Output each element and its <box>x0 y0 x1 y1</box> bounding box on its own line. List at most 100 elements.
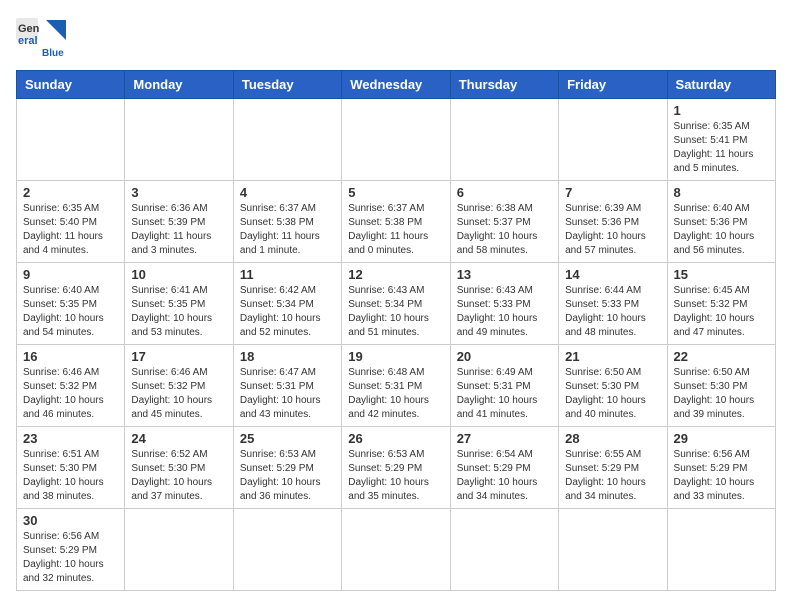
day-info: Sunrise: 6:40 AM Sunset: 5:35 PM Dayligh… <box>23 284 118 340</box>
day-info: Sunrise: 6:54 AM Sunset: 5:29 PM Dayligh… <box>457 448 552 504</box>
day-number: 8 <box>674 185 769 200</box>
calendar-cell: 13Sunrise: 6:43 AM Sunset: 5:33 PM Dayli… <box>450 263 558 345</box>
calendar-cell: 9 Sunrise: 6:40 AM Sunset: 5:35 PM Daylig… <box>17 263 125 345</box>
calendar-cell <box>233 99 341 181</box>
weekday-header-wednesday: Wednesday <box>342 71 450 99</box>
svg-text:Blue: Blue <box>42 48 64 59</box>
calendar-cell: 8 Sunrise: 6:40 AM Sunset: 5:36 PM Daylig… <box>667 181 775 263</box>
calendar-cell: 16Sunrise: 6:46 AM Sunset: 5:32 PM Dayli… <box>17 345 125 427</box>
calendar-week-2: 9 Sunrise: 6:40 AM Sunset: 5:35 PM Daylig… <box>17 263 776 345</box>
logo: Gen eral Blue <box>16 16 66 60</box>
day-number: 2 <box>23 185 118 200</box>
day-number: 16 <box>23 349 118 364</box>
calendar-cell: 6 Sunrise: 6:38 AM Sunset: 5:37 PM Daylig… <box>450 181 558 263</box>
day-number: 20 <box>457 349 552 364</box>
day-number: 11 <box>240 267 335 282</box>
day-info: Sunrise: 6:35 AM Sunset: 5:40 PM Dayligh… <box>23 202 118 258</box>
calendar-cell: 27 Sunrise: 6:54 AM Sunset: 5:29 PM Dayli… <box>450 427 558 509</box>
calendar-header-row: SundayMondayTuesdayWednesdayThursdayFrid… <box>17 71 776 99</box>
weekday-header-sunday: Sunday <box>17 71 125 99</box>
calendar-cell: 15Sunrise: 6:45 AM Sunset: 5:32 PM Dayli… <box>667 263 775 345</box>
day-info: Sunrise: 6:40 AM Sunset: 5:36 PM Dayligh… <box>674 202 769 258</box>
calendar-table: SundayMondayTuesdayWednesdayThursdayFrid… <box>16 70 776 591</box>
header-area: Gen eral Blue <box>16 16 776 60</box>
day-number: 27 <box>457 431 552 446</box>
day-info: Sunrise: 6:49 AM Sunset: 5:31 PM Dayligh… <box>457 366 552 422</box>
calendar-cell: 4Sunrise: 6:37 AM Sunset: 5:38 PM Daylig… <box>233 181 341 263</box>
calendar-cell: 25Sunrise: 6:53 AM Sunset: 5:29 PM Dayli… <box>233 427 341 509</box>
day-info: Sunrise: 6:55 AM Sunset: 5:29 PM Dayligh… <box>565 448 660 504</box>
day-info: Sunrise: 6:47 AM Sunset: 5:31 PM Dayligh… <box>240 366 335 422</box>
day-number: 7 <box>565 185 660 200</box>
calendar-cell <box>17 99 125 181</box>
day-info: Sunrise: 6:53 AM Sunset: 5:29 PM Dayligh… <box>348 448 443 504</box>
day-info: Sunrise: 6:42 AM Sunset: 5:34 PM Dayligh… <box>240 284 335 340</box>
day-number: 12 <box>348 267 443 282</box>
calendar-cell: 14 Sunrise: 6:44 AM Sunset: 5:33 PM Dayli… <box>559 263 667 345</box>
day-info: Sunrise: 6:41 AM Sunset: 5:35 PM Dayligh… <box>131 284 226 340</box>
calendar-cell <box>125 509 233 591</box>
calendar-cell: 10 Sunrise: 6:41 AM Sunset: 5:35 PM Dayli… <box>125 263 233 345</box>
calendar-cell: 26Sunrise: 6:53 AM Sunset: 5:29 PM Dayli… <box>342 427 450 509</box>
calendar-cell: 12 Sunrise: 6:43 AM Sunset: 5:34 PM Dayli… <box>342 263 450 345</box>
day-info: Sunrise: 6:44 AM Sunset: 5:33 PM Dayligh… <box>565 284 660 340</box>
day-number: 10 <box>131 267 226 282</box>
calendar-cell: 30Sunrise: 6:56 AM Sunset: 5:29 PM Dayli… <box>17 509 125 591</box>
calendar-cell: 11 Sunrise: 6:42 AM Sunset: 5:34 PM Dayli… <box>233 263 341 345</box>
day-info: Sunrise: 6:35 AM Sunset: 5:41 PM Dayligh… <box>674 120 769 176</box>
day-info: Sunrise: 6:37 AM Sunset: 5:38 PM Dayligh… <box>348 202 443 258</box>
day-number: 15 <box>674 267 769 282</box>
day-info: Sunrise: 6:43 AM Sunset: 5:33 PM Dayligh… <box>457 284 552 340</box>
day-info: Sunrise: 6:39 AM Sunset: 5:36 PM Dayligh… <box>565 202 660 258</box>
calendar-cell: 17Sunrise: 6:46 AM Sunset: 5:32 PM Dayli… <box>125 345 233 427</box>
day-number: 1 <box>674 103 769 118</box>
day-info: Sunrise: 6:46 AM Sunset: 5:32 PM Dayligh… <box>131 366 226 422</box>
calendar-week-4: 23 Sunrise: 6:51 AM Sunset: 5:30 PM Dayli… <box>17 427 776 509</box>
calendar-cell: 29 Sunrise: 6:56 AM Sunset: 5:29 PM Dayli… <box>667 427 775 509</box>
calendar-cell: 22 Sunrise: 6:50 AM Sunset: 5:30 PM Dayli… <box>667 345 775 427</box>
calendar-week-3: 16 Sunrise: 6:46 AM Sunset: 5:32 PM Dayli… <box>17 345 776 427</box>
day-number: 28 <box>565 431 660 446</box>
day-number: 19 <box>348 349 443 364</box>
weekday-header-thursday: Thursday <box>450 71 558 99</box>
weekday-header-tuesday: Tuesday <box>233 71 341 99</box>
calendar-cell: 5 Sunrise: 6:37 AM Sunset: 5:38 PM Daylig… <box>342 181 450 263</box>
day-info: Sunrise: 6:38 AM Sunset: 5:37 PM Dayligh… <box>457 202 552 258</box>
day-info: Sunrise: 6:56 AM Sunset: 5:29 PM Dayligh… <box>674 448 769 504</box>
calendar-cell: 3 Sunrise: 6:36 AM Sunset: 5:39 PM Daylig… <box>125 181 233 263</box>
day-number: 5 <box>348 185 443 200</box>
day-number: 23 <box>23 431 118 446</box>
day-info: Sunrise: 6:56 AM Sunset: 5:29 PM Dayligh… <box>23 530 118 586</box>
day-number: 22 <box>674 349 769 364</box>
day-number: 3 <box>131 185 226 200</box>
calendar-cell <box>342 99 450 181</box>
day-info: Sunrise: 6:36 AM Sunset: 5:39 PM Dayligh… <box>131 202 226 258</box>
day-info: Sunrise: 6:52 AM Sunset: 5:30 PM Dayligh… <box>131 448 226 504</box>
day-number: 9 <box>23 267 118 282</box>
weekday-header-saturday: Saturday <box>667 71 775 99</box>
calendar-cell <box>559 99 667 181</box>
day-info: Sunrise: 6:43 AM Sunset: 5:34 PM Dayligh… <box>348 284 443 340</box>
day-info: Sunrise: 6:37 AM Sunset: 5:38 PM Dayligh… <box>240 202 335 258</box>
weekday-header-monday: Monday <box>125 71 233 99</box>
calendar-cell: 1 Sunrise: 6:35 AM Sunset: 5:41 PM Daylig… <box>667 99 775 181</box>
calendar-cell <box>233 509 341 591</box>
day-number: 6 <box>457 185 552 200</box>
calendar-cell: 21Sunrise: 6:50 AM Sunset: 5:30 PM Dayli… <box>559 345 667 427</box>
day-info: Sunrise: 6:50 AM Sunset: 5:30 PM Dayligh… <box>674 366 769 422</box>
svg-text:Gen: Gen <box>18 23 40 35</box>
svg-text:eral: eral <box>18 35 38 47</box>
calendar-cell: 18 Sunrise: 6:47 AM Sunset: 5:31 PM Dayli… <box>233 345 341 427</box>
logo-svg: Gen eral Blue <box>16 16 66 60</box>
calendar-week-1: 2 Sunrise: 6:35 AM Sunset: 5:40 PM Daylig… <box>17 181 776 263</box>
day-info: Sunrise: 6:51 AM Sunset: 5:30 PM Dayligh… <box>23 448 118 504</box>
calendar-cell: 7 Sunrise: 6:39 AM Sunset: 5:36 PM Daylig… <box>559 181 667 263</box>
day-number: 18 <box>240 349 335 364</box>
calendar-week-5: 30Sunrise: 6:56 AM Sunset: 5:29 PM Dayli… <box>17 509 776 591</box>
day-number: 29 <box>674 431 769 446</box>
calendar-cell <box>559 509 667 591</box>
day-number: 24 <box>131 431 226 446</box>
calendar-cell <box>450 99 558 181</box>
day-number: 14 <box>565 267 660 282</box>
calendar-cell: 28 Sunrise: 6:55 AM Sunset: 5:29 PM Dayli… <box>559 427 667 509</box>
